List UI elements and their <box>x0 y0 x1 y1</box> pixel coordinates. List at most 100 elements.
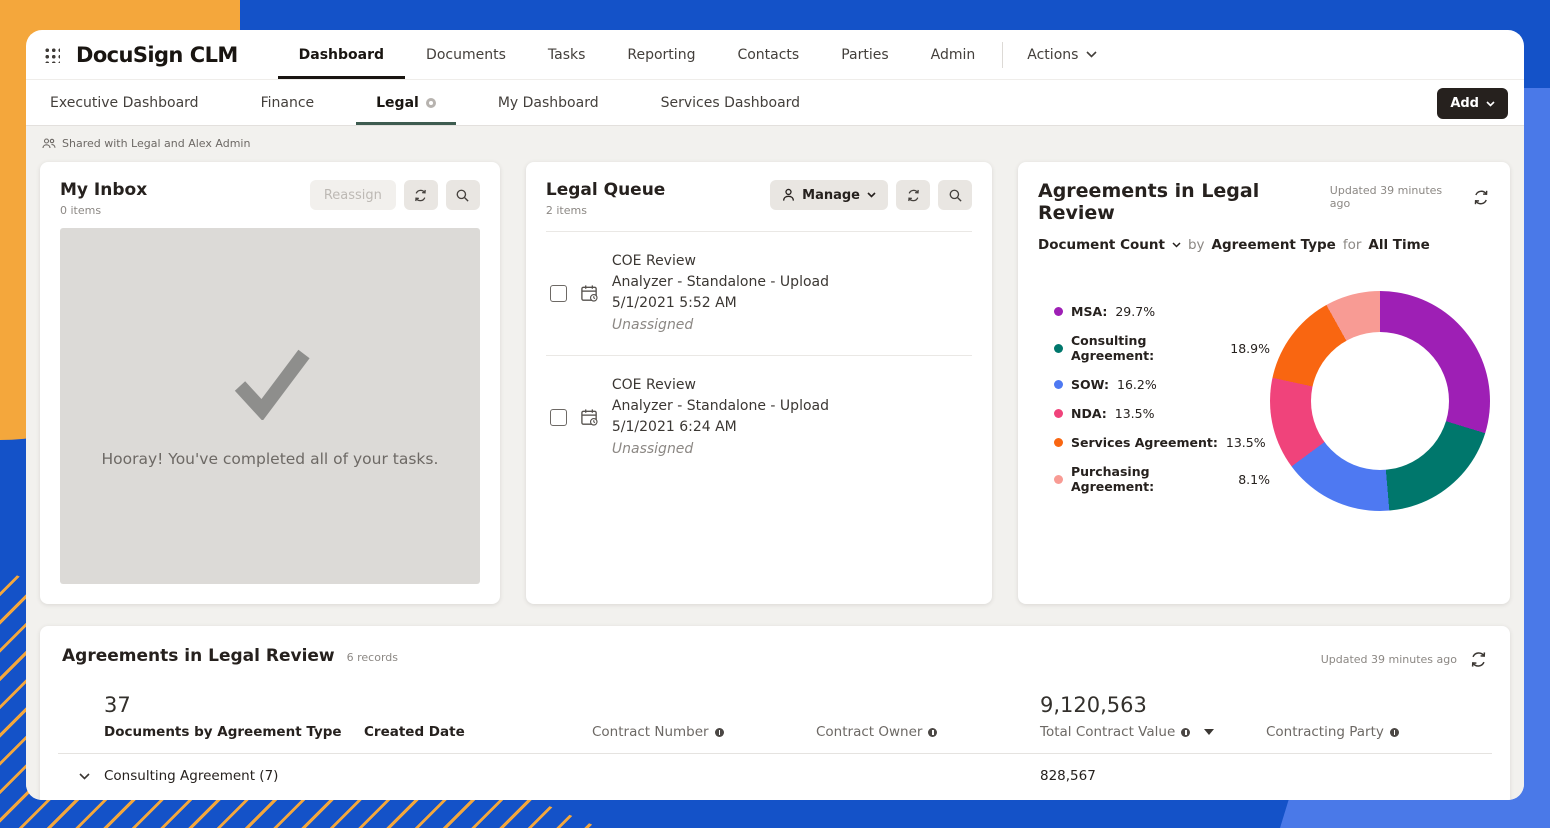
legend-value: 16.2% <box>1117 377 1157 392</box>
table-updated: Updated 39 minutes ago <box>1321 650 1488 669</box>
tab-my-dashboard[interactable]: My Dashboard <box>498 80 599 125</box>
reassign-button[interactable]: Reassign <box>310 180 396 210</box>
shared-note-text: Shared with Legal and Alex Admin <box>62 137 250 150</box>
brand-secondary: CLM <box>190 43 238 67</box>
checkmark-icon <box>222 344 318 420</box>
legend-value: 13.5% <box>1115 406 1155 421</box>
legend-label: NDA: <box>1071 406 1107 421</box>
info-icon[interactable] <box>715 728 724 737</box>
nav-documents[interactable]: Documents <box>405 30 527 79</box>
tab-legal[interactable]: Legal <box>356 80 456 125</box>
item-checkbox[interactable] <box>550 285 567 302</box>
nav-admin[interactable]: Admin <box>910 30 997 79</box>
nav-divider <box>1002 42 1003 68</box>
legend-label: SOW: <box>1071 377 1109 392</box>
inbox-empty-state: Hooray! You've completed all of your tas… <box>60 228 480 584</box>
metric-label: Document Count <box>1038 237 1165 253</box>
chart-title: Agreements in Legal Review <box>1038 180 1330 224</box>
legal-review-table-card: Agreements in Legal Review 6 records Upd… <box>40 626 1510 800</box>
queue-item[interactable]: COE Review Analyzer - Standalone - Uploa… <box>546 232 972 355</box>
info-icon[interactable] <box>1181 728 1190 737</box>
nav-parties[interactable]: Parties <box>820 30 909 79</box>
actions-menu[interactable]: Actions <box>1009 30 1115 79</box>
queue-item-date: 5/1/2021 6:24 AM <box>612 417 829 438</box>
queue-item-text: COE Review Analyzer - Standalone - Uploa… <box>612 251 829 336</box>
col-documents-by-agreement-type[interactable]: Documents by Agreement Type <box>104 724 364 740</box>
nav-dashboard[interactable]: Dashboard <box>278 30 405 79</box>
inbox-title: My Inbox <box>60 180 147 200</box>
brand-primary: DocuSign <box>76 43 183 67</box>
inbox-header: My Inbox 0 items Reassign <box>60 180 480 217</box>
people-icon <box>42 138 56 149</box>
primary-nav: Dashboard Documents Tasks Reporting Cont… <box>278 30 997 79</box>
legend-label: MSA: <box>1071 304 1107 319</box>
tab-finance[interactable]: Finance <box>261 80 315 125</box>
refresh-icon[interactable] <box>1472 188 1490 207</box>
page-background: DocuSign CLM Dashboard Documents Tasks Re… <box>0 0 1550 828</box>
legend-item: Purchasing Agreement:8.1% <box>1054 464 1270 494</box>
my-inbox-card: My Inbox 0 items Reassign <box>40 162 500 604</box>
chart-updated: Updated 39 minutes ago <box>1330 184 1490 210</box>
queue-item[interactable]: COE Review Analyzer - Standalone - Uploa… <box>546 355 972 479</box>
table-stats-row: 37 9,120,563 <box>40 693 1510 717</box>
queue-search-button[interactable] <box>938 180 972 210</box>
app-grid-icon[interactable] <box>44 47 60 63</box>
col-created-date[interactable]: Created Date <box>364 724 592 740</box>
chart-legend: MSA:29.7% Consulting Agreement: 18.9% SOW: 1… <box>1038 290 1270 508</box>
legend-value: 8.1% <box>1238 472 1270 487</box>
info-icon[interactable] <box>928 728 937 737</box>
legend-label: Services Agreement: <box>1071 435 1218 450</box>
inbox-refresh-button[interactable] <box>404 180 438 210</box>
nav-tasks[interactable]: Tasks <box>527 30 607 79</box>
manage-button-label: Manage <box>802 188 860 203</box>
legend-item: Services Agreement:13.5% <box>1054 435 1270 450</box>
col-contract-owner[interactable]: Contract Owner <box>816 724 1040 740</box>
legend-dot <box>1054 438 1063 447</box>
chart-header: Agreements in Legal Review Updated 39 mi… <box>1038 180 1490 224</box>
queue-refresh-button[interactable] <box>896 180 930 210</box>
table-row[interactable]: Consulting Agreement (7) 828,567 <box>40 754 1510 798</box>
calendar-clock-icon <box>580 284 599 303</box>
legal-review-chart-card: Agreements in Legal Review Updated 39 mi… <box>1018 162 1510 604</box>
metric-dropdown[interactable]: Document Count <box>1038 237 1181 253</box>
sort-desc-icon[interactable] <box>1204 729 1214 735</box>
refresh-icon <box>413 188 428 203</box>
add-button[interactable]: Add <box>1437 88 1508 119</box>
legend-label: Consulting Agreement: <box>1071 333 1222 363</box>
manage-button[interactable]: Manage <box>770 180 888 210</box>
legend-value: 18.9% <box>1230 341 1270 356</box>
item-checkbox[interactable] <box>550 409 567 426</box>
nav-reporting[interactable]: Reporting <box>606 30 716 79</box>
app-window: DocuSign CLM Dashboard Documents Tasks Re… <box>26 30 1524 800</box>
nav-contacts[interactable]: Contacts <box>716 30 820 79</box>
brand-logo: DocuSign CLM <box>76 43 238 67</box>
queue-header: Legal Queue 2 items Manage <box>546 180 972 217</box>
refresh-icon <box>906 188 921 203</box>
tab-services-dashboard[interactable]: Services Dashboard <box>661 80 800 125</box>
tab-executive-dashboard[interactable]: Executive Dashboard <box>50 80 199 125</box>
legend-item: NDA: 13.5% <box>1054 406 1270 421</box>
range-label: All Time <box>1368 237 1429 253</box>
refresh-icon[interactable] <box>1469 650 1488 669</box>
by-label: by <box>1188 237 1205 253</box>
legend-item: MSA:29.7% <box>1054 304 1270 319</box>
table-updated-text: Updated 39 minutes ago <box>1321 653 1457 666</box>
inbox-empty-message: Hooray! You've completed all of your tas… <box>101 450 438 468</box>
info-icon[interactable] <box>1390 728 1399 737</box>
legend-dot <box>1054 307 1063 316</box>
col-contract-number[interactable]: Contract Number <box>592 724 816 740</box>
queue-title: Legal Queue <box>546 180 665 200</box>
donut-chart[interactable] <box>1270 291 1490 511</box>
col-contracting-party[interactable]: Contracting Party <box>1266 724 1510 740</box>
dashboard-content: Shared with Legal and Alex Admin My Inbo… <box>26 126 1524 800</box>
queue-count: 2 items <box>546 204 665 217</box>
inbox-search-button[interactable] <box>446 180 480 210</box>
legend-dot <box>1054 380 1063 389</box>
col-total-contract-value[interactable]: Total Contract Value <box>1040 724 1266 740</box>
legal-queue-card: Legal Queue 2 items Manage <box>526 162 992 604</box>
for-label: for <box>1343 237 1362 253</box>
queue-item-assignee: Unassigned <box>612 439 829 460</box>
chevron-down-icon <box>1086 51 1097 58</box>
row-total-value: 828,567 <box>1040 768 1266 784</box>
chevron-down-icon[interactable] <box>79 773 90 780</box>
